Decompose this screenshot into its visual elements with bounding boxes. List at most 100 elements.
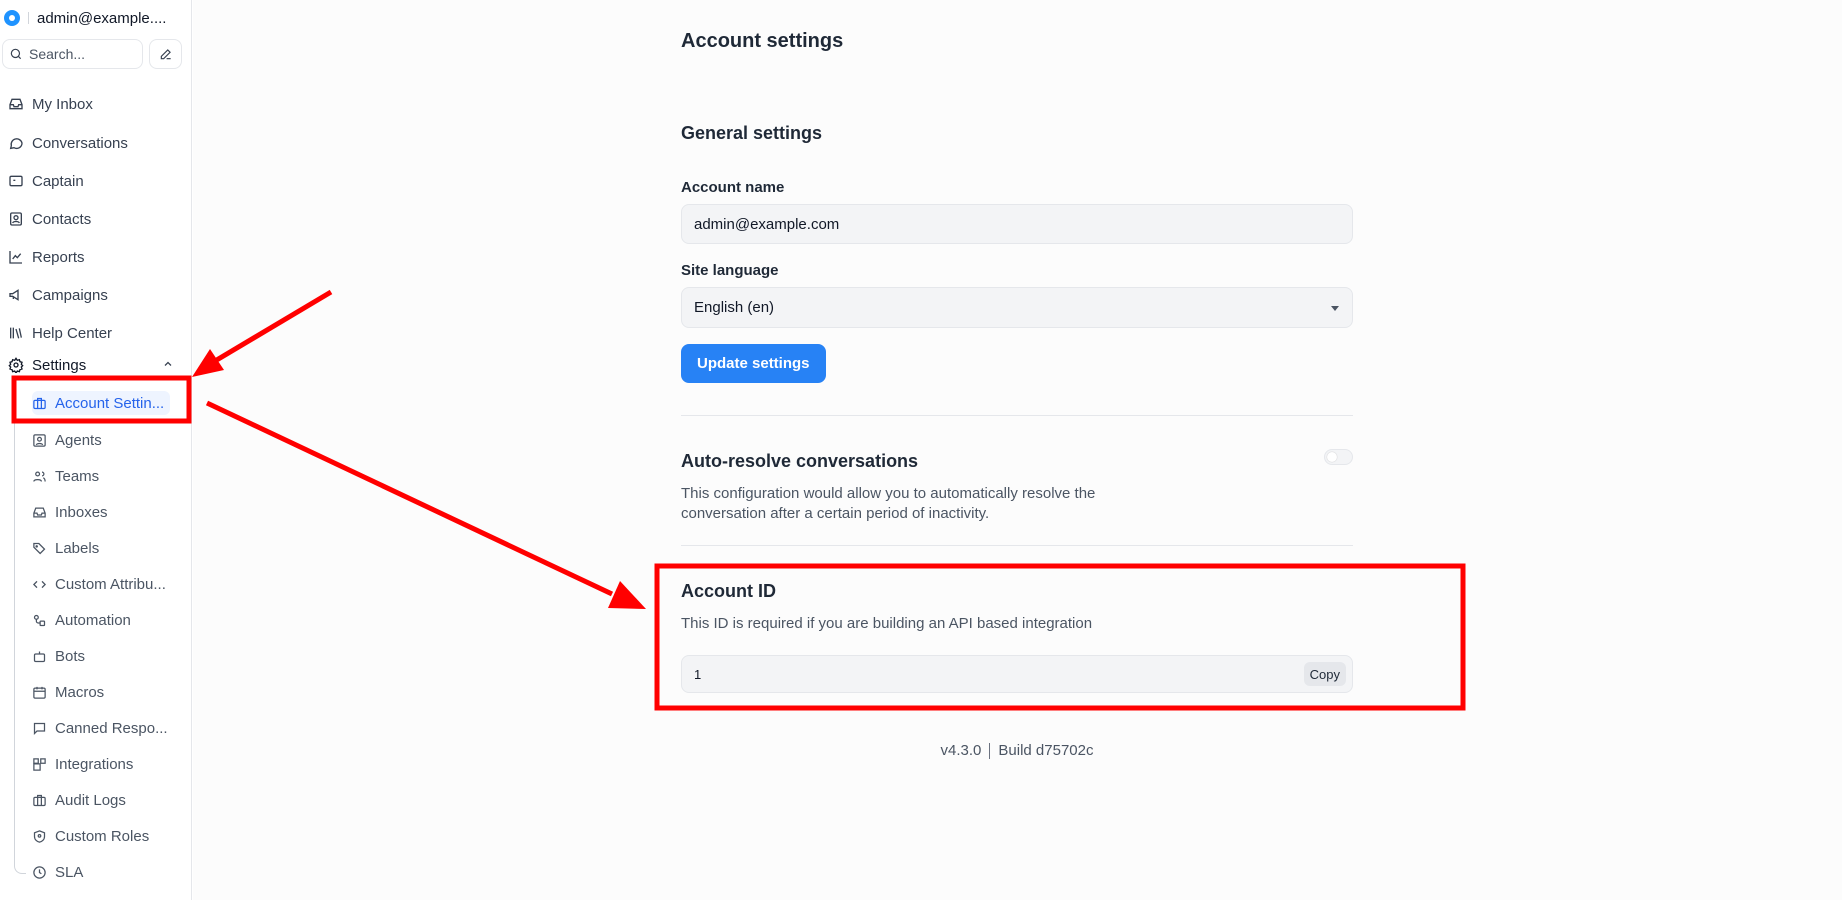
clock-icon <box>33 865 46 879</box>
sidebar-item-campaigns[interactable]: Campaigns <box>8 283 108 307</box>
megaphone-icon <box>9 289 19 301</box>
chat-bubble-icon <box>9 138 23 150</box>
sidebar-item-agents[interactable]: Agents <box>32 428 102 452</box>
search-box[interactable] <box>2 39 143 69</box>
shield-icon <box>33 829 46 843</box>
sidebar-item-account-settings[interactable]: Account Settin... <box>32 391 171 415</box>
site-language-value: English (en) <box>694 299 775 316</box>
auto-resolve-description-line2: conversation after a certain period of i… <box>681 505 990 522</box>
sidebar-item-label: Integrations <box>55 755 134 773</box>
auto-resolve-toggle[interactable] <box>1324 449 1353 465</box>
compose-button[interactable] <box>149 39 182 69</box>
sidebar-item-label: Canned Respo... <box>55 719 168 737</box>
search-icon <box>10 48 22 60</box>
sidebar-item-label: Settings <box>32 356 87 374</box>
sidebar-item-label: Reports <box>32 248 85 266</box>
sidebar-item-bots[interactable]: Bots <box>32 644 85 668</box>
account-name: admin@example.... <box>37 9 167 27</box>
sidebar-item-conversations[interactable]: Conversations <box>8 131 128 155</box>
inbox-icon <box>33 507 46 517</box>
account-name-label: Account name <box>681 179 785 196</box>
divider <box>681 545 1353 546</box>
captain-icon <box>9 175 23 187</box>
sidebar-item-label: Audit Logs <box>55 791 126 809</box>
search-input[interactable] <box>29 46 129 62</box>
calendar-icon <box>33 686 46 699</box>
sidebar-item-automation[interactable]: Automation <box>32 608 131 632</box>
account-id-title: Account ID <box>681 581 777 601</box>
sidebar-item-captain[interactable]: Captain <box>8 169 84 193</box>
sidebar-item-inboxes[interactable]: Inboxes <box>32 500 108 524</box>
briefcase-icon <box>33 397 46 409</box>
divider <box>989 743 991 760</box>
tags-icon <box>33 542 46 554</box>
sidebar-item-label: Conversations <box>32 134 128 152</box>
account-id-field: 1 Copy <box>681 655 1353 693</box>
sidebar-item-canned-responses[interactable]: Canned Respo... <box>32 716 168 740</box>
sidebar-item-label: Help Center <box>32 324 113 342</box>
divider <box>681 415 1353 416</box>
bot-icon <box>33 651 46 662</box>
contact-card-icon <box>10 212 22 226</box>
sidebar-item-label: Teams <box>55 467 100 485</box>
divider <box>28 12 29 24</box>
sidebar-item-label: My Inbox <box>32 95 93 113</box>
automation-icon <box>33 614 46 626</box>
sidebar-item-macros[interactable]: Macros <box>32 680 104 704</box>
build-number: Build d75702c <box>998 742 1094 759</box>
gear-icon <box>8 357 24 373</box>
sidebar-item-integrations[interactable]: Integrations <box>32 752 133 776</box>
sidebar-item-labels[interactable]: Labels <box>32 536 99 560</box>
search-row <box>2 39 182 69</box>
page-title: Account settings <box>681 30 844 52</box>
auto-resolve-description-line1: This configuration would allow you to au… <box>681 485 1096 502</box>
sidebar-item-help-center[interactable]: Help Center <box>8 321 112 345</box>
app-logo-icon <box>4 10 20 26</box>
sidebar-item-label: Custom Attribu... <box>55 575 166 593</box>
sidebar-item-contacts[interactable]: Contacts <box>8 207 91 231</box>
general-settings-title: General settings <box>681 123 823 143</box>
caret-down-icon <box>1331 305 1339 311</box>
sidebar-item-label: Custom Roles <box>55 827 150 845</box>
sidebar-item-label: Automation <box>55 611 131 629</box>
main-content: Account settings General settings Accoun… <box>193 0 1842 900</box>
update-settings-button[interactable]: Update settings <box>681 344 826 383</box>
sidebar-item-custom-roles[interactable]: Custom Roles <box>32 824 149 848</box>
sidebar-item-label: SLA <box>55 863 84 881</box>
pencil-icon <box>160 49 171 60</box>
person-square-icon <box>33 433 46 447</box>
code-icon <box>32 580 47 588</box>
auto-resolve-title: Auto-resolve conversations <box>681 451 919 471</box>
sidebar-item-audit-logs[interactable]: Audit Logs <box>32 788 126 812</box>
integrations-icon <box>33 757 46 771</box>
sidebar-item-custom-attributes[interactable]: Custom Attribu... <box>32 572 166 596</box>
sidebar-item-settings[interactable]: Settings <box>8 353 86 377</box>
sidebar: admin@example.... My Inbox Conversations… <box>0 0 192 900</box>
sidebar-item-label: Macros <box>55 683 105 701</box>
sidebar-item-label: Labels <box>55 539 100 557</box>
site-language-select[interactable]: English (en) <box>681 287 1353 328</box>
people-icon <box>33 471 46 482</box>
account-id-description: This ID is required if you are building … <box>681 615 1093 632</box>
chevron-up-icon[interactable] <box>162 358 174 370</box>
site-language-label: Site language <box>681 262 779 279</box>
sidebar-item-label: Campaigns <box>32 286 108 304</box>
sidebar-item-sla[interactable]: SLA <box>32 860 83 884</box>
line-chart-icon <box>9 251 22 264</box>
sidebar-item-my-inbox[interactable]: My Inbox <box>8 92 93 116</box>
message-square-icon <box>33 722 46 735</box>
briefcase-icon <box>33 794 46 806</box>
account-switcher[interactable]: admin@example.... <box>4 6 166 30</box>
sidebar-item-label: Contacts <box>32 210 92 228</box>
sidebar-item-label: Inboxes <box>55 503 108 521</box>
version-number: v4.3.0 <box>940 742 982 759</box>
sidebar-item-teams[interactable]: Teams <box>32 464 99 488</box>
account-name-input[interactable] <box>681 204 1353 244</box>
inbox-icon <box>9 98 23 110</box>
sidebar-item-label: Captain <box>32 172 84 190</box>
library-icon <box>10 327 22 339</box>
sidebar-item-label: Agents <box>55 431 102 449</box>
sidebar-item-reports[interactable]: Reports <box>8 245 85 269</box>
copy-button[interactable]: Copy <box>1303 662 1346 686</box>
tree-connector <box>14 386 26 874</box>
